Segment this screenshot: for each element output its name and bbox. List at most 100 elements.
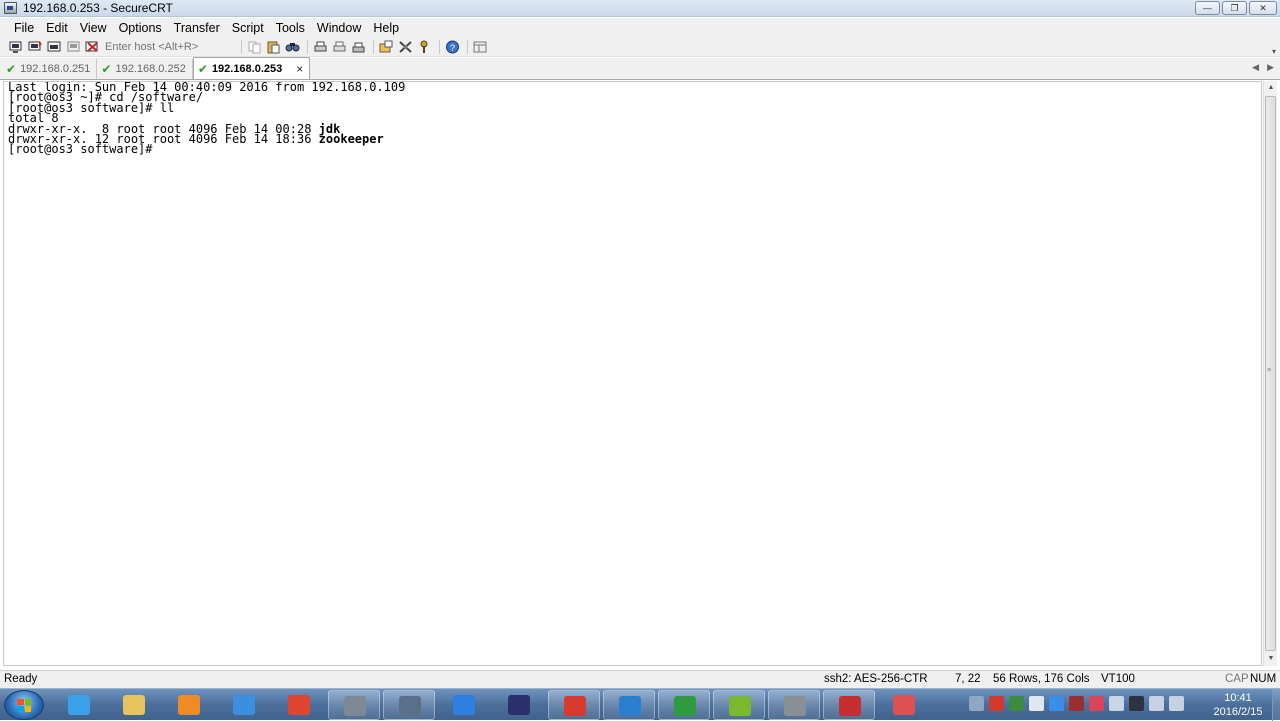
volume-tray-icon[interactable] bbox=[1169, 696, 1184, 711]
security-tray-icon[interactable] bbox=[1009, 696, 1024, 711]
directory-name: zookeeper bbox=[318, 131, 384, 146]
tab-scroll-arrows: ◀ ▶ bbox=[1252, 62, 1274, 73]
clock-time: 10:41 bbox=[1224, 692, 1252, 704]
tab-close-icon[interactable]: × bbox=[296, 62, 303, 76]
taskbar-chrome-button[interactable] bbox=[273, 690, 325, 720]
pdf-app-icon bbox=[839, 696, 861, 716]
toolbar-grip-icon[interactable]: ▾ bbox=[1272, 47, 1278, 56]
antivirus-tray-icon[interactable] bbox=[989, 696, 1004, 711]
quick-connect-icon[interactable] bbox=[27, 39, 43, 54]
find-icon[interactable] bbox=[284, 39, 300, 54]
tab-scroll-right-icon[interactable]: ▶ bbox=[1267, 62, 1274, 73]
chrome-icon bbox=[288, 695, 310, 715]
red-app-icon bbox=[564, 696, 586, 716]
tab-session-251[interactable]: ✔ 192.168.0.251 bbox=[2, 59, 98, 79]
network-tray-icon[interactable] bbox=[1149, 696, 1164, 711]
menu-edit[interactable]: Edit bbox=[40, 21, 74, 35]
clock-date: 2016/2/15 bbox=[1213, 706, 1263, 718]
securecrt-icon bbox=[784, 696, 806, 716]
toolbar-separator bbox=[373, 39, 374, 54]
menu-help[interactable]: Help bbox=[367, 21, 405, 35]
taskbar-internet-explorer-button[interactable] bbox=[53, 690, 105, 720]
taskbar-file-explorer-button[interactable] bbox=[108, 690, 160, 720]
menu-transfer[interactable]: Transfer bbox=[168, 21, 226, 35]
taskbar-m-app-button[interactable] bbox=[713, 690, 765, 720]
show-desktop-button[interactable] bbox=[1272, 689, 1280, 721]
taskbar-eclipse-button[interactable] bbox=[493, 690, 545, 720]
scroll-up-icon[interactable]: ▲ bbox=[1264, 81, 1278, 95]
media-player-icon bbox=[178, 695, 200, 715]
menu-tools[interactable]: Tools bbox=[270, 21, 311, 35]
windows-tray-icon[interactable] bbox=[1029, 696, 1044, 711]
taskbar-clock[interactable]: 10:41 2016/2/15 bbox=[1206, 691, 1270, 719]
taskbar-media-player-button[interactable] bbox=[163, 690, 215, 720]
taskbar-remote-tool-button[interactable] bbox=[383, 690, 435, 720]
print-setup-icon[interactable] bbox=[350, 39, 366, 54]
windows-logo-icon bbox=[17, 699, 31, 712]
taskbar-feather-app-button[interactable] bbox=[438, 690, 490, 720]
maximize-button[interactable]: ❐ bbox=[1222, 1, 1247, 15]
close-button[interactable]: ✕ bbox=[1249, 1, 1277, 15]
help-icon[interactable]: ? bbox=[444, 39, 460, 54]
toolbar-separator bbox=[439, 39, 440, 54]
baidu-cloud-icon bbox=[233, 695, 255, 715]
menu-options[interactable]: Options bbox=[113, 21, 168, 35]
window-layout-icon[interactable] bbox=[472, 39, 488, 54]
toolbar-separator bbox=[467, 39, 468, 54]
taskbar-project-app-button[interactable] bbox=[658, 690, 710, 720]
taskbar-pdf-app-button[interactable] bbox=[823, 690, 875, 720]
paste-icon[interactable] bbox=[265, 39, 281, 54]
start-button[interactable] bbox=[4, 690, 44, 720]
feather-tray-icon[interactable] bbox=[1049, 696, 1064, 711]
menu-file[interactable]: File bbox=[8, 21, 40, 35]
terminal-scrollbar[interactable]: ▲ ≡ ▼ bbox=[1263, 81, 1277, 666]
taskbar-virtualbox-button[interactable] bbox=[603, 690, 655, 720]
connect-tab-icon[interactable] bbox=[46, 39, 62, 54]
status-bar: Ready ssh2: AES-256-CTR 7, 22 56 Rows, 1… bbox=[0, 670, 1280, 688]
tab-session-253[interactable]: ✔ 192.168.0.253 × bbox=[192, 57, 311, 79]
taskbar-explorer-window-button[interactable] bbox=[328, 690, 380, 720]
internet-explorer-icon bbox=[68, 695, 90, 715]
m-app-icon bbox=[729, 696, 751, 716]
securecrt-app-icon[interactable] bbox=[4, 2, 17, 14]
print-selection-icon[interactable] bbox=[331, 39, 347, 54]
session-options-icon[interactable] bbox=[378, 39, 394, 54]
taskbar-securecrt-button[interactable] bbox=[768, 690, 820, 720]
window-title: 192.168.0.253 - SecureCRT bbox=[23, 1, 173, 15]
enter-host-input[interactable] bbox=[103, 38, 233, 55]
tools-tray-icon[interactable] bbox=[1129, 696, 1144, 711]
status-terminal-size: 56 Rows, 176 Cols bbox=[993, 673, 1090, 685]
file-explorer-icon bbox=[123, 695, 145, 715]
keyboard-tray-icon[interactable] bbox=[969, 696, 984, 711]
tab-label: 192.168.0.251 bbox=[20, 63, 91, 75]
scroll-down-icon[interactable]: ▼ bbox=[1264, 652, 1278, 666]
display-tray-icon[interactable] bbox=[1109, 696, 1124, 711]
weibo-tray-icon[interactable] bbox=[1089, 696, 1104, 711]
menu-script[interactable]: Script bbox=[226, 21, 270, 35]
terminal-screen[interactable]: Last login: Sun Feb 14 00:40:09 2016 fro… bbox=[3, 81, 1262, 666]
title-bar: 192.168.0.253 - SecureCRT — ❐ ✕ bbox=[0, 0, 1280, 17]
global-options-icon[interactable] bbox=[397, 39, 413, 54]
menu-window[interactable]: Window bbox=[311, 21, 367, 35]
status-emulation: VT100 bbox=[1101, 673, 1135, 685]
connect-icon[interactable] bbox=[8, 39, 24, 54]
reconnect-icon[interactable] bbox=[65, 39, 81, 54]
project-app-icon bbox=[674, 696, 696, 716]
shield-tray-icon[interactable] bbox=[1069, 696, 1084, 711]
connected-check-icon: ✔ bbox=[197, 61, 208, 76]
print-icon[interactable] bbox=[312, 39, 328, 54]
keymap-icon[interactable] bbox=[416, 39, 432, 54]
copy-icon[interactable] bbox=[246, 39, 262, 54]
tab-session-252[interactable]: ✔ 192.168.0.252 bbox=[97, 59, 193, 79]
minimize-button[interactable]: — bbox=[1195, 1, 1220, 15]
taskbar-red-app-button[interactable] bbox=[548, 690, 600, 720]
svg-text:?: ? bbox=[450, 43, 455, 53]
menu-view[interactable]: View bbox=[74, 21, 113, 35]
remote-tool-icon bbox=[399, 696, 421, 716]
tab-label: 192.168.0.252 bbox=[115, 63, 186, 75]
taskbar-baidu-cloud-button[interactable] bbox=[218, 690, 270, 720]
tab-scroll-left-icon[interactable]: ◀ bbox=[1252, 62, 1259, 73]
disconnect-icon[interactable] bbox=[84, 39, 100, 54]
session-tab-bar: ✔ 192.168.0.251 ✔ 192.168.0.252 ✔ 192.16… bbox=[0, 57, 1280, 80]
taskbar-eraser-app-button[interactable] bbox=[878, 690, 930, 720]
